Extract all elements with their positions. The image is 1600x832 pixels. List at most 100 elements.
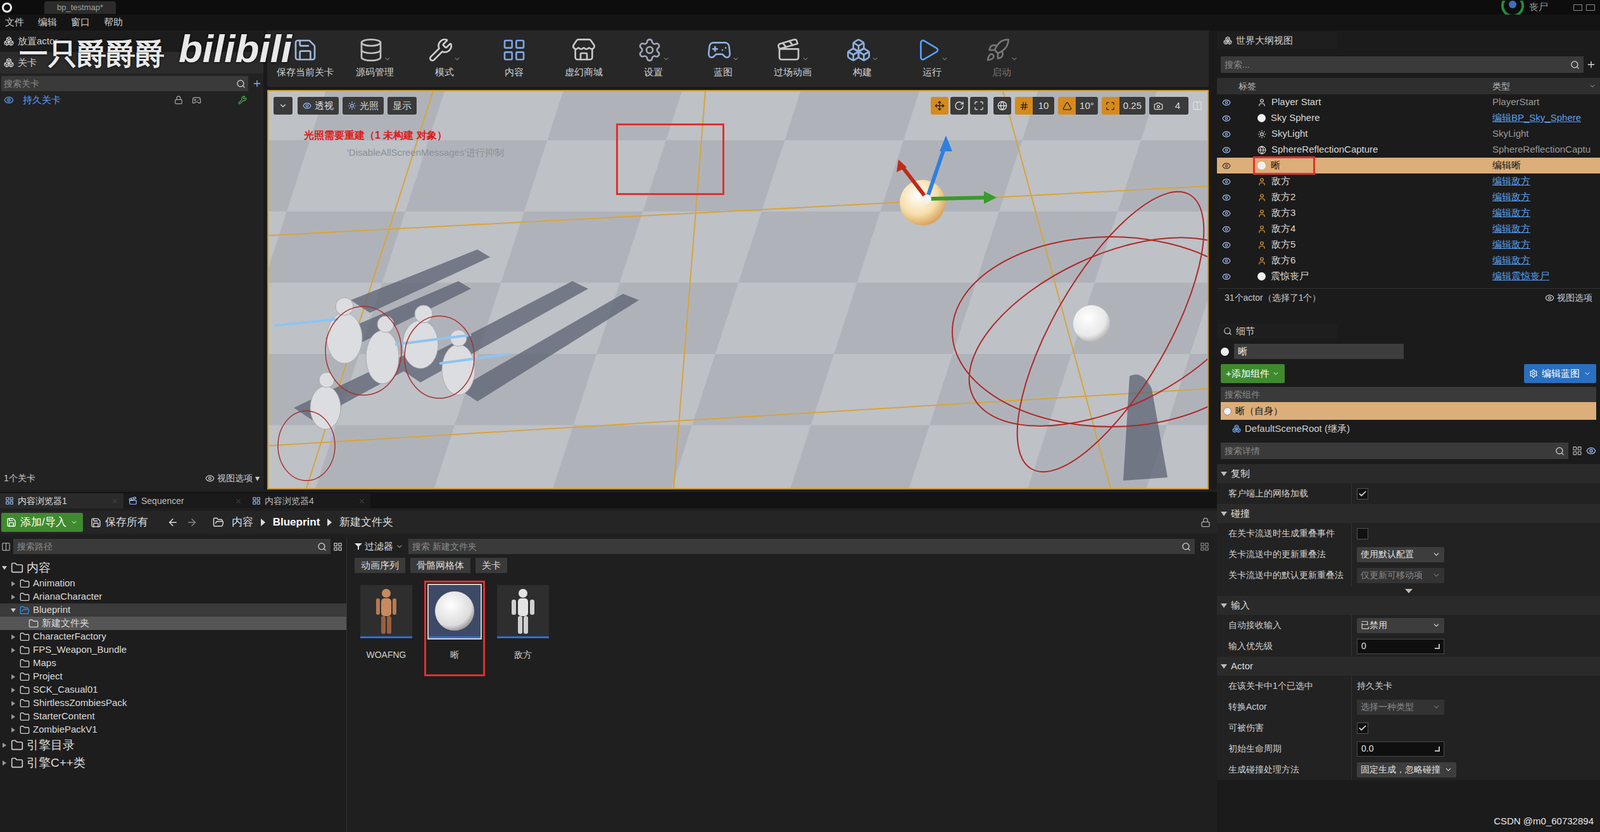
- add-component-button[interactable]: +添加组件: [1220, 364, 1285, 384]
- folder-tree-row[interactable]: Maps: [0, 656, 347, 670]
- property-dropdown[interactable]: 已禁用: [1356, 617, 1445, 634]
- view-options-button[interactable]: 视图选项: [1556, 291, 1593, 305]
- visibility-eye-icon[interactable]: [1222, 129, 1231, 139]
- edit-blueprint-button[interactable]: 编辑蓝图: [1524, 364, 1597, 384]
- outliner-row[interactable]: SkyLightSkyLight: [1216, 125, 1600, 142]
- property-dropdown[interactable]: 使用默认配置: [1356, 547, 1445, 563]
- filter-chip[interactable]: 关卡: [475, 557, 508, 574]
- outliner-row[interactable]: 敌方6编辑敌方: [1216, 252, 1600, 269]
- move-tool-icon[interactable]: [934, 100, 945, 111]
- browser-tab[interactable]: 内容浏览器4: [246, 493, 371, 509]
- visibility-eye-icon[interactable]: [1222, 240, 1231, 250]
- toolbar-button[interactable]: 内容: [481, 37, 548, 80]
- outliner-row[interactable]: Player StartPlayerStart: [1216, 94, 1600, 111]
- component-row[interactable]: 晰（自身）: [1220, 402, 1597, 420]
- toolbar-button[interactable]: 设置: [620, 37, 687, 80]
- level-row[interactable]: 持久关卡: [0, 92, 264, 108]
- toolbar-button[interactable]: 虚幻商城: [550, 37, 617, 80]
- collapse-tree-icon[interactable]: [1, 541, 11, 552]
- visibility-eye-icon[interactable]: [1222, 272, 1231, 282]
- save-all-button[interactable]: 保存所有: [90, 514, 149, 531]
- close-tab-icon[interactable]: [358, 497, 366, 505]
- folder-tree-row[interactable]: ZombiePackV1: [0, 723, 347, 737]
- menu-item[interactable]: 文件: [5, 15, 25, 30]
- menu-item[interactable]: 帮助: [103, 15, 123, 30]
- toolbar-button[interactable]: 保存当前关卡: [272, 37, 339, 80]
- filter-button[interactable]: 过滤器: [354, 539, 404, 555]
- level-tab[interactable]: bp_testmap*: [44, 1, 116, 14]
- filter-chip[interactable]: 动画序列: [354, 557, 406, 574]
- toolbar-button[interactable]: 蓝图: [690, 37, 756, 80]
- property-dropdown[interactable]: 固定生成，忽略碰撞: [1356, 762, 1457, 778]
- level-search[interactable]: 搜索关卡: [1, 75, 249, 92]
- folder-tree-row[interactable]: StarterContent: [0, 709, 347, 724]
- rotate-tool-icon[interactable]: [954, 100, 965, 111]
- outliner-row[interactable]: 敌方编辑敌方: [1216, 173, 1600, 190]
- scale-tool-icon[interactable]: [973, 100, 984, 111]
- asset-search[interactable]: 搜索 新建文件夹: [408, 538, 1195, 555]
- folder-tree-row[interactable]: FPS_Weapon_Bundle: [0, 643, 347, 657]
- property-number-field[interactable]: 0: [1356, 638, 1445, 655]
- level-viewport[interactable]: 透视光照显示1010°0.254光照需要重建（1 未构建 对象）'Disable…: [267, 89, 1209, 490]
- minimize-button[interactable]: [1573, 4, 1583, 11]
- breadcrumb-item[interactable]: Blueprint: [272, 514, 321, 531]
- details-view-icon[interactable]: [1586, 445, 1597, 456]
- close-tab-icon[interactable]: [234, 497, 242, 505]
- path-search[interactable]: 搜索路径: [13, 538, 331, 555]
- breadcrumb-item[interactable]: 新建文件夹: [339, 514, 394, 531]
- component-search[interactable]: 搜索组件: [1220, 386, 1597, 403]
- folder-tree-row[interactable]: Blueprint: [0, 603, 347, 617]
- asset-tile[interactable]: 晰: [424, 580, 486, 677]
- outliner-row[interactable]: 敌方3编辑敌方: [1216, 205, 1600, 221]
- component-row[interactable]: DefaultSceneRoot (继承): [1220, 419, 1597, 438]
- property-number-field[interactable]: 0.0: [1356, 741, 1445, 757]
- panel-tab[interactable]: 关卡: [0, 51, 264, 74]
- folder-tree-row[interactable]: 新建文件夹: [0, 616, 347, 630]
- menu-item[interactable]: 窗口: [70, 15, 90, 30]
- snap-setting[interactable]: 10°: [1058, 96, 1098, 115]
- viewport-options-button[interactable]: [273, 96, 293, 115]
- menu-item[interactable]: 编辑: [37, 15, 57, 30]
- visibility-eye-icon[interactable]: [1222, 193, 1231, 202]
- outliner-row[interactable]: 震惊丧尸编辑震惊丧尸: [1216, 268, 1600, 285]
- property-checkbox[interactable]: [1356, 528, 1369, 540]
- world-space-icon[interactable]: [997, 100, 1008, 111]
- section-header[interactable]: 复制: [1216, 464, 1600, 484]
- snap-setting[interactable]: 4: [1149, 96, 1189, 115]
- section-header[interactable]: 输入: [1216, 595, 1600, 615]
- asset-tile[interactable]: 敌方: [492, 580, 554, 677]
- details-search[interactable]: 搜索详情: [1220, 442, 1569, 460]
- outliner-row[interactable]: 敌方2编辑敌方: [1216, 189, 1600, 206]
- folder-tree-row[interactable]: ShirtlessZombiesPack: [0, 696, 347, 710]
- browser-tab[interactable]: 内容浏览器1: [0, 493, 124, 509]
- property-checkbox[interactable]: [1356, 488, 1369, 500]
- toolbar-button[interactable]: 运行: [899, 37, 965, 80]
- folder-tree-row[interactable]: ArianaCharacter: [0, 590, 347, 604]
- outliner-search[interactable]: 搜索...: [1220, 56, 1584, 73]
- folder-tree-row[interactable]: CharacterFactory: [0, 629, 347, 644]
- toolbar-button[interactable]: 构建: [829, 37, 896, 80]
- path-view-icon[interactable]: [333, 541, 343, 552]
- section-header[interactable]: 碰撞: [1216, 503, 1600, 523]
- outliner-row[interactable]: Sky Sphere编辑BP_Sky_Sphere: [1216, 110, 1600, 126]
- snap-setting[interactable]: 10: [1014, 96, 1055, 115]
- close-tab-icon[interactable]: [111, 497, 119, 505]
- visibility-eye-icon[interactable]: [1222, 177, 1231, 187]
- snap-setting[interactable]: 0.25: [1101, 96, 1146, 115]
- toolbar-button[interactable]: 过场动画: [759, 37, 826, 80]
- browser-tab[interactable]: Sequencer: [123, 493, 247, 509]
- asset-view-icon[interactable]: [1199, 541, 1210, 552]
- visibility-eye-icon[interactable]: [1222, 256, 1231, 266]
- folder-tree-row[interactable]: Project: [0, 669, 347, 684]
- lock-icon[interactable]: [1200, 517, 1211, 528]
- breadcrumb-item[interactable]: 内容: [231, 514, 254, 531]
- view-mode-button[interactable]: 显示: [387, 96, 417, 115]
- visibility-eye-icon[interactable]: [1222, 224, 1231, 234]
- forward-icon[interactable]: [186, 516, 198, 529]
- toolbar-button[interactable]: 源码管理: [341, 37, 408, 80]
- view-options-button[interactable]: 视图选项 ▾: [217, 471, 260, 486]
- advanced-toggle[interactable]: [1216, 585, 1600, 596]
- outliner-row[interactable]: 敌方5编辑敌方: [1216, 236, 1600, 253]
- maximize-viewport-icon[interactable]: [1192, 100, 1203, 111]
- folder-tree-row[interactable]: 内容: [0, 559, 347, 577]
